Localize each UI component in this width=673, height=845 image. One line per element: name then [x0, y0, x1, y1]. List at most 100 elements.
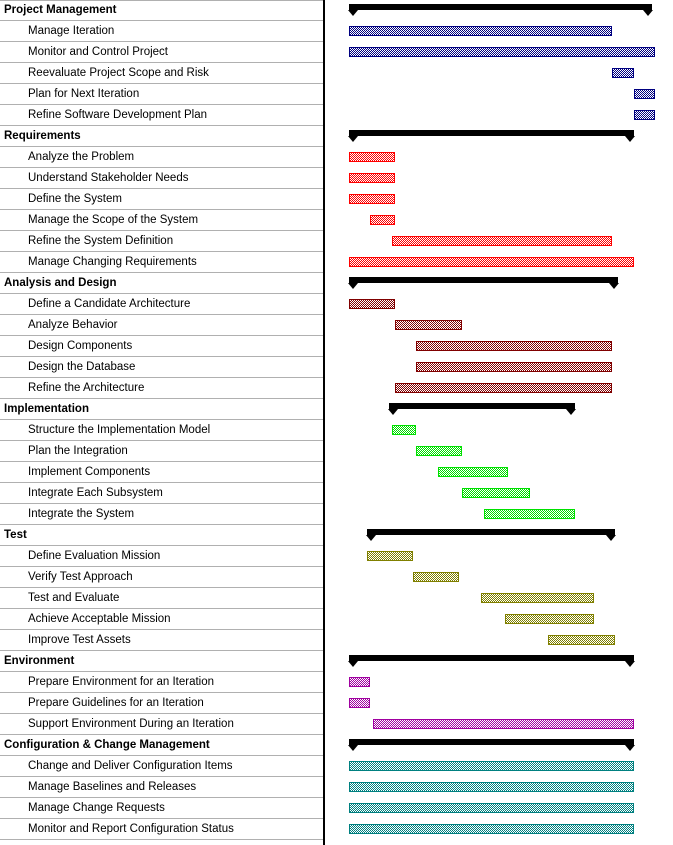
task-row[interactable]: Integrate Each Subsystem: [0, 483, 323, 504]
task-label: Integrate Each Subsystem: [28, 486, 163, 499]
gantt-task-bar[interactable]: [349, 761, 634, 771]
task-row[interactable]: Monitor and Report Configuration Status: [0, 819, 323, 840]
task-label: Manage Changing Requirements: [28, 255, 197, 268]
gantt-task-bar[interactable]: [349, 194, 395, 204]
gantt-summary-bar[interactable]: [366, 529, 617, 541]
task-row[interactable]: Manage Baselines and Releases: [0, 777, 323, 798]
task-group-label: Configuration & Change Management: [4, 738, 210, 751]
gantt-task-bar[interactable]: [480, 593, 594, 603]
gantt-task-row: [327, 546, 673, 567]
gantt-task-bar[interactable]: [394, 383, 613, 393]
task-row[interactable]: Define Evaluation Mission: [0, 546, 323, 567]
gantt-task-bar[interactable]: [394, 320, 463, 330]
gantt-task-bar[interactable]: [349, 257, 634, 267]
gantt-task-bar[interactable]: [349, 173, 395, 183]
task-row[interactable]: Prepare Guidelines for an Iteration: [0, 693, 323, 714]
task-row[interactable]: Design Components: [0, 336, 323, 357]
gantt-summary-bar[interactable]: [348, 739, 635, 751]
task-group-row[interactable]: Project Management: [0, 0, 323, 21]
task-label: Manage Baselines and Releases: [28, 780, 197, 793]
task-row[interactable]: Prepare Environment for an Iteration: [0, 672, 323, 693]
task-row[interactable]: Achieve Acceptable Mission: [0, 609, 323, 630]
task-row[interactable]: Verify Test Approach: [0, 567, 323, 588]
gantt-task-bar[interactable]: [349, 47, 655, 57]
gantt-summary-bar[interactable]: [348, 4, 653, 16]
task-row[interactable]: Manage Change Requests: [0, 798, 323, 819]
gantt-task-bar[interactable]: [437, 467, 509, 477]
task-group-row[interactable]: Analysis and Design: [0, 273, 323, 294]
gantt-task-bar[interactable]: [391, 236, 613, 246]
task-row[interactable]: Change and Deliver Configuration Items: [0, 756, 323, 777]
task-row[interactable]: Manage Iteration: [0, 21, 323, 42]
task-row[interactable]: Define the System: [0, 189, 323, 210]
gantt-task-row: [327, 462, 673, 483]
task-row[interactable]: Design the Database: [0, 357, 323, 378]
gantt-task-bar[interactable]: [370, 215, 395, 225]
task-row[interactable]: Integrate the System: [0, 504, 323, 525]
gantt-task-bar[interactable]: [612, 68, 634, 78]
gantt-task-bar[interactable]: [373, 719, 634, 729]
gantt-task-bar[interactable]: [391, 425, 417, 435]
gantt-task-bar[interactable]: [349, 299, 395, 309]
gantt-task-bar[interactable]: [367, 551, 414, 561]
gantt-task-bar[interactable]: [416, 446, 463, 456]
gantt-task-bar[interactable]: [633, 110, 655, 120]
gantt-task-bar[interactable]: [505, 614, 594, 624]
task-group-row[interactable]: Configuration & Change Management: [0, 735, 323, 756]
gantt-timeline-area[interactable]: [327, 0, 673, 845]
task-label: Plan the Integration: [28, 444, 128, 457]
task-row[interactable]: Manage Changing Requirements: [0, 252, 323, 273]
gantt-summary-bar[interactable]: [348, 130, 635, 142]
gantt-chart: Project Management Manage Iteration Monito…: [0, 0, 673, 845]
gantt-task-bar[interactable]: [349, 698, 371, 708]
gantt-summary-bar[interactable]: [348, 655, 635, 667]
task-row[interactable]: Test and Evaluate: [0, 588, 323, 609]
task-group-label: Analysis and Design: [4, 276, 117, 289]
gantt-summary-bar[interactable]: [347, 277, 620, 289]
task-row[interactable]: Implement Components: [0, 462, 323, 483]
task-row[interactable]: Reevaluate Project Scope and Risk: [0, 63, 323, 84]
task-row[interactable]: Plan the Integration: [0, 441, 323, 462]
task-label: Monitor and Control Project: [28, 45, 168, 58]
gantt-task-bar[interactable]: [349, 803, 634, 813]
task-row[interactable]: Analyze Behavior: [0, 315, 323, 336]
task-group-row[interactable]: Test: [0, 525, 323, 546]
gantt-task-bar[interactable]: [349, 782, 634, 792]
task-group-label: Environment: [4, 654, 75, 667]
task-row[interactable]: Plan for Next Iteration: [0, 84, 323, 105]
task-row[interactable]: Refine Software Development Plan: [0, 105, 323, 126]
task-row[interactable]: Manage the Scope of the System: [0, 210, 323, 231]
task-list-table[interactable]: Project Management Manage Iteration Monito…: [0, 0, 325, 845]
gantt-task-row: [327, 672, 673, 693]
gantt-task-bar[interactable]: [633, 89, 655, 99]
task-label: Monitor and Report Configuration Status: [28, 822, 234, 835]
task-row[interactable]: Structure the Implementation Model: [0, 420, 323, 441]
task-row[interactable]: Analyze the Problem: [0, 147, 323, 168]
task-row[interactable]: Understand Stakeholder Needs: [0, 168, 323, 189]
gantt-task-bar[interactable]: [413, 572, 460, 582]
task-label: Define Evaluation Mission: [28, 549, 161, 562]
task-label: Manage Change Requests: [28, 801, 165, 814]
gantt-task-bar[interactable]: [349, 677, 371, 687]
gantt-task-bar[interactable]: [349, 824, 634, 834]
task-row[interactable]: Support Environment During an Iteration: [0, 714, 323, 735]
gantt-task-row: [327, 231, 673, 252]
task-row[interactable]: Monitor and Control Project: [0, 42, 323, 63]
task-group-row[interactable]: Environment: [0, 651, 323, 672]
gantt-summary-bar[interactable]: [387, 403, 577, 415]
gantt-task-bar[interactable]: [349, 26, 613, 36]
gantt-task-bar[interactable]: [462, 488, 530, 498]
task-row[interactable]: Refine the Architecture: [0, 378, 323, 399]
task-row[interactable]: Refine the System Definition: [0, 231, 323, 252]
task-label: Prepare Guidelines for an Iteration: [28, 696, 204, 709]
gantt-task-bar[interactable]: [416, 341, 613, 351]
gantt-task-bar[interactable]: [349, 152, 395, 162]
task-row[interactable]: Define a Candidate Architecture: [0, 294, 323, 315]
gantt-task-bar[interactable]: [483, 509, 576, 519]
task-label: Manage Iteration: [28, 24, 115, 37]
gantt-task-bar[interactable]: [547, 635, 616, 645]
task-group-row[interactable]: Requirements: [0, 126, 323, 147]
gantt-task-bar[interactable]: [416, 362, 613, 372]
task-group-row[interactable]: Implementation: [0, 399, 323, 420]
task-row[interactable]: Improve Test Assets: [0, 630, 323, 651]
